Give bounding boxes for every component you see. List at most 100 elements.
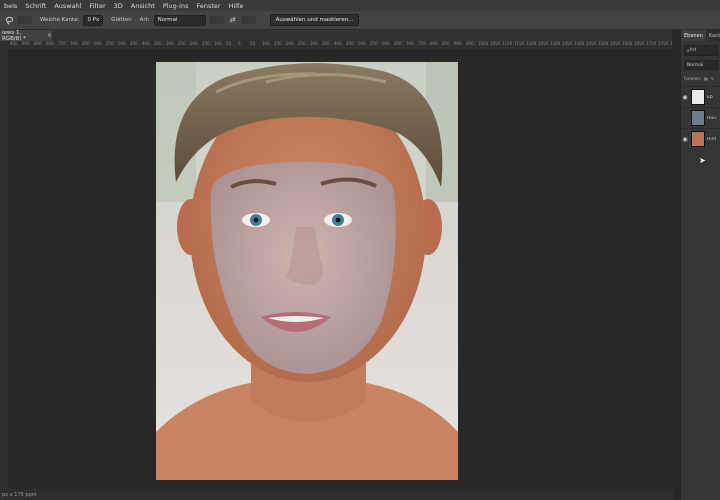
select-and-mask-button[interactable]: Auswählen und maskieren... [269, 14, 360, 26]
menu-type[interactable]: Schrift [21, 2, 50, 10]
document-tab-bar: iews 1, RGB/8) * × [0, 29, 672, 42]
mouse-pointer-icon: ➤ [699, 156, 706, 165]
document-tab[interactable]: iews 1, RGB/8) * × [0, 29, 52, 42]
height-input[interactable] [241, 16, 256, 24]
vertical-ruler [0, 49, 8, 489]
menu-filter[interactable]: Filter [86, 2, 110, 10]
menu-view[interactable]: Ansicht [127, 2, 159, 10]
ruler-tick-label: 450 [346, 41, 354, 46]
layer-row[interactable]: ◉ Eb [681, 86, 720, 107]
ruler-tick-label: 700 [406, 41, 414, 46]
style-select[interactable]: Normal [153, 14, 206, 26]
options-bar: Weiche Kante: 0 Px Glätten Art: Normal ⇄… [0, 11, 720, 30]
ruler-tick-label: 650 [82, 41, 90, 46]
eye-icon[interactable]: ◉ [681, 136, 689, 143]
ruler-tick-label: 100 [214, 41, 222, 46]
layer-thumbnail [691, 131, 705, 147]
layer-name: Hau [707, 115, 716, 121]
ruler-tick-label: 250 [178, 41, 186, 46]
menu-edit[interactable]: beis [0, 2, 21, 10]
ruler-tick-label: 1000 [478, 41, 489, 46]
ruler-tick-label: 850 [34, 41, 42, 46]
ruler-tick-label: 950 [466, 41, 474, 46]
ruler-tick-label: 550 [370, 41, 378, 46]
ruler-tick-label: 1400 [574, 41, 585, 46]
ruler-tick-label: 750 [418, 41, 426, 46]
menu-3d[interactable]: 3D [110, 2, 127, 10]
feather-label: Weiche Kante: [40, 17, 80, 23]
status-bar: px x 175 ppm [0, 489, 674, 500]
ruler-tick-label: 1500 [598, 41, 609, 46]
ruler-tick-label: 1250 [538, 41, 549, 46]
menu-help[interactable]: Hilfe [225, 2, 248, 10]
layer-row[interactable]: ◉ Hint [681, 128, 720, 149]
ruler-tick-label: 350 [322, 41, 330, 46]
ruler-tick-label: 1300 [550, 41, 561, 46]
layers-panel: Ebenen Kanäle ⌕ Art Normal Fixieren: ▦ ✎… [680, 30, 720, 500]
ruler-tick-label: 50 [226, 41, 232, 46]
panel-tabs: Ebenen Kanäle [681, 30, 720, 41]
blend-mode-select[interactable]: Normal [684, 60, 718, 70]
menu-window[interactable]: Fenster [192, 2, 224, 10]
layer-name: Eb [707, 94, 713, 100]
lock-pixels-icon[interactable]: ▦ [704, 76, 708, 81]
ruler-tick-label: 500 [118, 41, 126, 46]
layer-thumbnail [691, 110, 705, 126]
smoothing-checkbox[interactable]: Glätten [111, 17, 131, 23]
selection-mode-buttons[interactable] [18, 16, 32, 24]
ruler-tick-label: 200 [286, 41, 294, 46]
document-info: px x 175 ppm [2, 491, 37, 498]
ruler-tick-label: 350 [154, 41, 162, 46]
tab-channels[interactable]: Kanäle [706, 30, 720, 41]
tab-layers[interactable]: Ebenen [681, 30, 706, 41]
ruler-tick-label: 0 [238, 41, 241, 46]
document-image[interactable] [156, 62, 458, 480]
ruler-tick-label: 1450 [586, 41, 597, 46]
ruler-tick-label: 1050 [490, 41, 501, 46]
ruler-tick-label: 150 [202, 41, 210, 46]
close-icon[interactable]: × [47, 32, 52, 39]
swap-icon[interactable]: ⇄ [228, 15, 238, 25]
ruler-tick-label: 500 [358, 41, 366, 46]
feather-input[interactable]: 0 Px [83, 14, 104, 26]
ruler-tick-label: 400 [334, 41, 342, 46]
style-label: Art: [139, 17, 150, 23]
menu-plugins[interactable]: Plug-ins [159, 2, 193, 10]
ruler-tick-label: 450 [130, 41, 138, 46]
ruler-tick-label: 900 [454, 41, 462, 46]
ruler-tick-label: 1150 [514, 41, 525, 46]
ruler-tick-label: 1750 [658, 41, 669, 46]
eye-icon[interactable]: ◉ [681, 94, 689, 101]
ruler-tick-label: 300 [310, 41, 318, 46]
ruler-tick-label: 400 [142, 41, 150, 46]
width-input[interactable] [209, 16, 224, 24]
ruler-tick-label: 1800 [670, 41, 672, 46]
layer-row[interactable]: Hau [681, 107, 720, 128]
ruler-tick-label: 950 [10, 41, 18, 46]
ruler-tick-label: 800 [430, 41, 438, 46]
lock-label: Fixieren: [684, 75, 701, 81]
ruler-tick-label: 1200 [526, 41, 537, 46]
portrait-photo [156, 62, 458, 480]
brush-icon[interactable]: ✎ [711, 76, 714, 81]
lock-row: Fixieren: ▦ ✎ [684, 74, 718, 82]
ruler-tick-label: 900 [22, 41, 30, 46]
layer-list: ◉ Eb Hau ◉ Hint [681, 86, 720, 149]
ruler-tick-label: 600 [94, 41, 102, 46]
ruler-tick-label: 800 [46, 41, 54, 46]
layer-filter[interactable]: ⌕ Art [684, 45, 718, 56]
menu-bar: beis Schrift Auswahl Filter 3D Ansicht P… [0, 0, 720, 11]
layer-filter-value: Art [689, 48, 697, 53]
ruler-tick-label: 750 [58, 41, 66, 46]
layer-thumbnail [691, 89, 705, 105]
ruler-tick-label: 850 [442, 41, 450, 46]
ruler-tick-label: 1100 [502, 41, 513, 46]
document-tab-title: iews 1, RGB/8) * [2, 29, 26, 42]
ruler-tick-label: 1550 [610, 41, 621, 46]
ruler-tick-label: 650 [394, 41, 402, 46]
ruler-tick-label: 1700 [646, 41, 657, 46]
ruler-tick-label: 600 [382, 41, 390, 46]
menu-select[interactable]: Auswahl [50, 2, 85, 10]
lasso-options-icon[interactable] [4, 15, 14, 25]
ruler-tick-label: 250 [298, 41, 306, 46]
